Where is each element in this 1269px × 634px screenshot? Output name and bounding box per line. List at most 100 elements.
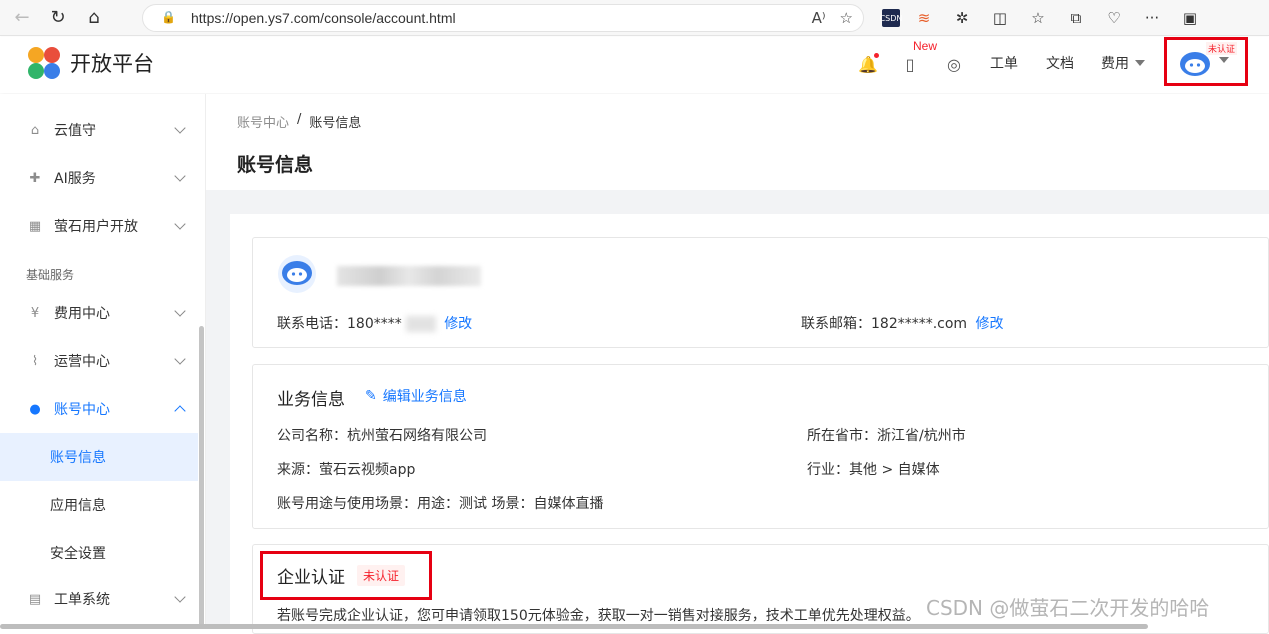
cloud-guard-icon: ⌂ xyxy=(30,122,40,138)
usage: 账号用途与使用场景：用途：测试 场景：自媒体直播 xyxy=(277,496,604,512)
read-aloud-icon[interactable]: A⁾ xyxy=(812,9,826,27)
mobile-icon[interactable]: ▯ New xyxy=(899,39,937,75)
email-edit-link[interactable]: 修改 xyxy=(976,316,1004,332)
nav-billing[interactable]: 费用 xyxy=(1101,53,1129,73)
notification-dot xyxy=(874,53,879,58)
sidebar-scrollbar[interactable] xyxy=(199,326,204,626)
sidebar-item-label: 云值守 xyxy=(54,123,96,139)
user-menu-highlight[interactable]: 未认证 xyxy=(1164,37,1248,86)
chevron-down-icon xyxy=(174,590,186,603)
bell-icon[interactable]: 🔔 xyxy=(857,53,879,75)
edit-business-label: 编辑业务信息 xyxy=(382,389,467,405)
sidebar-item-ticket-system[interactable]: ▤ 工单系统 xyxy=(0,575,198,623)
chevron-down-icon xyxy=(174,121,186,134)
sidebar-item-billing[interactable]: ¥ 费用中心 xyxy=(0,289,198,337)
sidebar-subitem-security[interactable]: 安全设置 xyxy=(0,529,198,577)
breadcrumb-separator: / xyxy=(297,112,302,127)
sidebar-item-account[interactable]: ● 账号中心 xyxy=(0,385,198,433)
chevron-down-icon xyxy=(174,304,186,317)
lock-icon: 🔒 xyxy=(161,10,176,24)
chart-icon: ⌇ xyxy=(31,353,39,369)
sidebar-item-operations[interactable]: ⌇ 运营中心 xyxy=(0,337,198,385)
refresh-icon[interactable]: ↻ xyxy=(44,4,72,32)
blurred-phone-digits xyxy=(405,316,436,332)
extensions-icon[interactable]: ✲ xyxy=(948,4,976,32)
sidebar-toggle-icon[interactable]: ▣ xyxy=(1176,4,1204,32)
new-label: New xyxy=(913,39,938,53)
sidebar-item-label: 萤石用户开放 xyxy=(54,219,138,235)
phone-edit-link[interactable]: 修改 xyxy=(444,316,472,332)
edit-business-link[interactable]: ✎ 编辑业务信息 xyxy=(365,386,467,406)
browser-essentials-icon[interactable]: ♡ xyxy=(1100,4,1128,32)
logo-text: 开放平台 xyxy=(70,52,154,76)
profile-avatar xyxy=(278,255,316,293)
edit-icon: ✎ xyxy=(365,388,377,404)
sidebar-subitem-label: 安全设置 xyxy=(50,546,106,562)
email-field: 联系邮箱：182*****.com 修改 xyxy=(801,313,1004,333)
breadcrumb: 账号中心 / 账号信息 xyxy=(237,112,361,131)
source: 来源：萤石云视频app xyxy=(277,462,416,478)
sidebar: ⌂ 云值守 ✚ AI服务 ▦ 萤石用户开放 基础服务 ¥ 费用中心 ⌇ 运营中心… xyxy=(0,94,206,629)
split-screen-icon[interactable]: ◫ xyxy=(986,4,1014,32)
nav-ticket[interactable]: 工单 xyxy=(990,53,1018,73)
address-bar[interactable]: 🔒 https://open.ys7.com/console/account.h… xyxy=(142,4,864,32)
chevron-down-icon xyxy=(174,217,186,230)
user-icon: ● xyxy=(29,401,41,417)
user-caret-icon[interactable] xyxy=(1219,57,1229,63)
sidebar-item-label: 运营中心 xyxy=(54,354,110,370)
email-value: 联系邮箱：182*****.com xyxy=(801,316,968,332)
sidebar-subitem-label: 账号信息 xyxy=(50,450,106,466)
company-name: 公司名称：杭州萤石网络有限公司 xyxy=(277,428,487,444)
url-text[interactable]: https://open.ys7.com/console/account.htm… xyxy=(191,10,456,26)
more-icon[interactable]: ··· xyxy=(1138,4,1166,32)
sidebar-item-ai[interactable]: ✚ AI服务 xyxy=(0,154,198,202)
phone-value: 联系电话：180**** xyxy=(277,316,402,332)
sidebar-item-label: 账号中心 xyxy=(54,402,110,418)
sidebar-subitem-label: 应用信息 xyxy=(50,498,106,514)
sidebar-item-label: 费用中心 xyxy=(54,306,110,322)
back-icon[interactable]: ← xyxy=(8,4,36,32)
csdn-extension-icon[interactable]: CSDN xyxy=(880,9,902,27)
watermark: CSDN @做萤石二次开发的哈哈 xyxy=(926,596,1210,620)
sidebar-subitem-account-info[interactable]: 账号信息 xyxy=(0,433,198,481)
billing-caret-icon[interactable] xyxy=(1135,60,1145,66)
home-icon[interactable]: ⌂ xyxy=(80,4,108,32)
region: 所在省市：浙江省/杭州市 xyxy=(807,428,966,444)
unverified-mini-badge: 未认证 xyxy=(1206,42,1238,55)
ai-icon: ✚ xyxy=(29,170,41,186)
chevron-down-icon xyxy=(174,169,186,182)
ys7-logo-icon xyxy=(26,45,62,81)
horizontal-scrollbar[interactable] xyxy=(0,624,1148,629)
chevron-down-icon xyxy=(174,352,186,365)
favorites-icon[interactable]: ☆ xyxy=(1024,4,1052,32)
grid-icon: ▦ xyxy=(28,218,42,234)
main-content: 账号中心 / 账号信息 账号信息 联系电话：180**** 修改 联系邮箱：18… xyxy=(206,94,1269,634)
address-actions: A⁾ ☆ xyxy=(812,9,853,27)
sidebar-group-label: 基础服务 xyxy=(26,268,75,282)
sidebar-item-label: AI服务 xyxy=(54,171,96,187)
breadcrumb-account-center[interactable]: 账号中心 xyxy=(237,112,289,131)
enterprise-description: 若账号完成企业认证，您可申请领取150元体验金，获取一对一销售对接服务，技术工单… xyxy=(277,608,920,624)
browser-toolbar: ← ↻ ⌂ 🔒 https://open.ys7.com/console/acc… xyxy=(0,0,1269,36)
logo[interactable]: 开放平台 xyxy=(26,45,154,81)
favorite-icon[interactable]: ☆ xyxy=(840,9,853,27)
sidebar-item-user-open[interactable]: ▦ 萤石用户开放 xyxy=(0,202,198,250)
business-card: 业务信息 ✎ 编辑业务信息 公司名称：杭州萤石网络有限公司 所在省市：浙江省/杭… xyxy=(252,364,1269,529)
chevron-up-icon xyxy=(174,405,186,417)
ticket-icon: ▤ xyxy=(28,591,42,607)
music-icon[interactable]: ◎ xyxy=(943,53,965,75)
translate-extension-icon[interactable]: ≋ xyxy=(910,4,938,32)
nav-docs[interactable]: 文档 xyxy=(1046,53,1074,73)
industry: 行业：其他 > 自媒体 xyxy=(807,462,940,478)
enterprise-highlight-box xyxy=(260,551,432,600)
yen-icon: ¥ xyxy=(30,305,40,321)
sidebar-item-cloud-guard[interactable]: ⌂ 云值守 xyxy=(0,106,198,154)
business-title: 业务信息 xyxy=(277,390,345,410)
page-header: 账号中心 / 账号信息 账号信息 xyxy=(206,94,1269,190)
top-navigation: 开放平台 🔔 ▯ New ◎ 工单 文档 费用 未认证 xyxy=(0,37,1269,93)
collections-icon[interactable]: ⧉ xyxy=(1062,4,1090,32)
extensions: CSDN ≋ ✲ ◫ ☆ ⧉ ♡ ··· ▣ xyxy=(880,4,1204,32)
sidebar-subitem-app-info[interactable]: 应用信息 xyxy=(0,481,198,529)
blurred-username xyxy=(337,266,481,286)
phone-field: 联系电话：180**** 修改 xyxy=(277,313,472,333)
